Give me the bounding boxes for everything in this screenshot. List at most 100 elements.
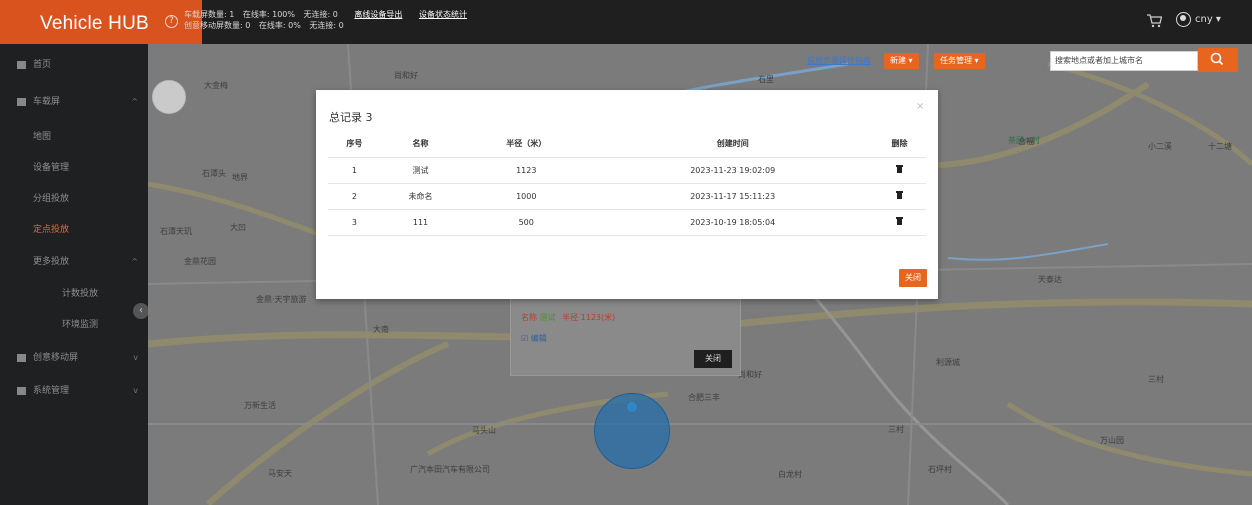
help-icon[interactable]: ? — [165, 15, 178, 28]
search-button[interactable] — [1198, 48, 1238, 72]
brand[interactable]: Vehicle HUB ? — [0, 0, 202, 44]
cell-created: 2023-10-19 18:05:04 — [592, 209, 874, 236]
top-bar: Vehicle HUB ? 车载屏数量: 1 在线率: 100% 无连接: 0 … — [0, 0, 1252, 44]
sidebar-item-vehicle-screen[interactable]: 车载屏 ^ — [0, 92, 148, 112]
vehicle-no-connection: 无连接: 0 — [303, 10, 338, 19]
sidebar-item-environment[interactable]: 环境监测 — [0, 315, 148, 335]
modal-close-button[interactable]: 关闭 — [899, 269, 927, 287]
map-label: 金鼎·天宇旅游 — [256, 295, 307, 304]
map-label: 大凹 — [230, 223, 246, 232]
sidebar-item-home[interactable]: 首页 — [0, 55, 148, 75]
close-icon[interactable]: × — [916, 101, 924, 112]
sidebar-item-map[interactable]: 地图 — [0, 127, 148, 147]
search-icon — [1210, 52, 1224, 66]
map-label: 大南 — [373, 325, 389, 334]
sidebar-item-device-management[interactable]: 设备管理 — [0, 158, 148, 178]
map-label: 大金梅 — [204, 81, 228, 90]
geofence-popup: 名称 测试 半径 1123(米) ☑ 编辑 关闭 — [510, 294, 741, 376]
user-menu[interactable]: cny ▾ — [1176, 12, 1221, 27]
map-label: 十二塘 — [1208, 142, 1232, 151]
col-header: 删除 — [873, 131, 926, 158]
task-manage-button[interactable]: 任务管理 ▾ — [934, 53, 985, 69]
map-label: 三村 — [1148, 375, 1164, 384]
export-offline-link[interactable]: 离线设备导出 — [354, 10, 402, 19]
trash-icon[interactable] — [896, 165, 904, 173]
map-label: 地界 — [232, 173, 248, 182]
creative-count: 创意移动屏数量: 0 — [184, 21, 251, 30]
cell-radius: 1123 — [460, 157, 593, 184]
map-label: 利源城 — [936, 358, 960, 367]
creative-no-connection: 无连接: 0 — [309, 21, 344, 30]
brand-title: Vehicle HUB — [40, 13, 149, 34]
map-label: 万山园 — [1100, 436, 1124, 445]
records-table: 序号 名称 半径（米） 创建时间 删除 1 测试 1123 2023-11-23… — [328, 131, 926, 236]
map-label: 合福 — [1018, 137, 1034, 146]
map-label: 小二溪 — [1148, 142, 1172, 151]
delivery-guide-link[interactable]: 投放步骤操作指南 — [807, 55, 871, 66]
cell-radius: 1000 — [460, 183, 593, 210]
sidebar-item-group-delivery[interactable]: 分组投放 — [0, 189, 148, 209]
chevron-up-icon: ^ — [131, 257, 138, 266]
vehicle-count: 车载屏数量: 1 — [184, 10, 235, 19]
chevron-up-icon: ^ — [131, 97, 138, 106]
map-label: 石坪村 — [928, 465, 952, 474]
chevron-down-icon: v — [133, 386, 138, 395]
map-label: 石潭天玑 — [160, 227, 192, 236]
delete-cell[interactable] — [873, 183, 926, 210]
records-modal: 总记录 3 × 序号 名称 半径（米） 创建时间 删除 1 测试 1123 20… — [316, 90, 938, 299]
col-header: 序号 — [328, 131, 381, 158]
popup-name-value: 测试 — [539, 313, 556, 322]
vehicle-online-rate: 在线率: 100% — [242, 10, 295, 19]
table-header-row: 序号 名称 半径（米） 创建时间 删除 — [328, 131, 926, 158]
map-pan-control[interactable] — [152, 80, 186, 114]
trash-icon[interactable] — [896, 217, 904, 225]
sidebar: 首页 车载屏 ^ 地图 设备管理 分组投放 定点投放 更多投放 ^ 计数投放 环… — [0, 44, 148, 505]
sidebar-item-more-delivery[interactable]: 更多投放 ^ — [0, 252, 148, 272]
sidebar-item-count-delivery[interactable]: 计数投放 — [0, 284, 148, 304]
collapse-sidebar-button[interactable]: ‹ — [133, 303, 149, 319]
trash-icon[interactable] — [896, 191, 904, 199]
search-input[interactable]: 搜索地点或者加上城市名 — [1050, 51, 1198, 71]
popup-close-button[interactable]: 关闭 — [694, 350, 732, 368]
map-label: 合肥三丰 — [688, 393, 720, 402]
col-header: 半径（米） — [460, 131, 593, 158]
cell-no: 1 — [328, 157, 381, 184]
new-button[interactable]: 新建 ▾ — [884, 53, 919, 69]
sidebar-item-system-management[interactable]: 系统管理 v — [0, 381, 148, 401]
map-label: 马头山 — [472, 426, 496, 435]
popup-radius-value: 1123(米) — [580, 313, 616, 322]
device-stats: 车载屏数量: 1 在线率: 100% 无连接: 0 离线设备导出 设备状态统计 … — [184, 9, 473, 31]
sidebar-item-fixed-point-delivery[interactable]: 定点投放 — [0, 220, 148, 240]
table-row[interactable]: 1 测试 1123 2023-11-23 19:02:09 — [328, 157, 926, 184]
creative-online-rate: 在线率: 0% — [258, 21, 301, 30]
map-label: 三村 — [888, 425, 904, 434]
device-status-link[interactable]: 设备状态统计 — [419, 10, 467, 19]
table-row[interactable]: 2 未命名 1000 2023-11-17 15:11:23 — [328, 183, 926, 210]
delete-cell[interactable] — [873, 209, 926, 236]
cell-name: 111 — [380, 209, 461, 236]
map-label: 石潭头 — [202, 169, 226, 178]
screen-icon — [17, 354, 26, 362]
map-label: 马安天 — [268, 469, 292, 478]
map-label: 白龙村 — [778, 470, 802, 479]
map-label: 尚和好 — [394, 71, 418, 80]
settings-icon — [17, 387, 26, 395]
cell-radius: 500 — [460, 209, 593, 236]
modal-title: 总记录 3 — [329, 111, 373, 124]
cart-icon[interactable] — [1146, 13, 1162, 29]
cell-name: 测试 — [380, 157, 461, 184]
cell-name: 未命名 — [380, 183, 461, 210]
delete-cell[interactable] — [873, 157, 926, 184]
col-header: 创建时间 — [592, 131, 874, 158]
col-header: 名称 — [380, 131, 461, 158]
cell-no: 3 — [328, 209, 381, 236]
popup-edit-link[interactable]: ☑ 编辑 — [521, 333, 547, 344]
edit-icon: ☑ — [521, 334, 529, 343]
table-row[interactable]: 3 111 500 2023-10-19 18:05:04 — [328, 209, 926, 236]
home-icon — [17, 61, 26, 69]
sidebar-item-creative-screen[interactable]: 创意移动屏 v — [0, 348, 148, 368]
location-pin-icon[interactable] — [627, 402, 637, 412]
map-label: 尚和好 — [738, 370, 762, 379]
car-icon — [17, 98, 26, 106]
map-label: 石里 — [758, 75, 774, 84]
